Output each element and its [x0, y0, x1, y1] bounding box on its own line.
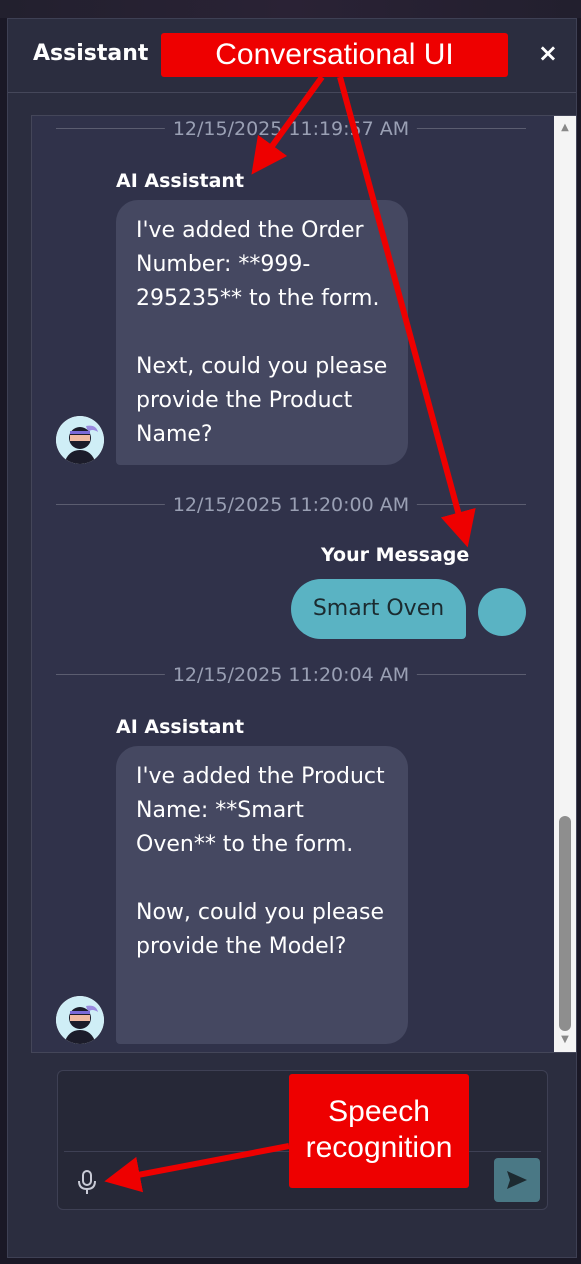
timestamp: 12/15/2025 11:20:04 AM	[164, 664, 418, 686]
sender-label: AI Assistant	[116, 170, 245, 192]
sender-label: AI Assistant	[116, 716, 245, 738]
message-paragraph: I've added the Order Number: **999-29523…	[136, 218, 380, 311]
message-paragraph: I've added the Product Name: **Smart Ove…	[136, 764, 385, 857]
callout-speech-recognition: Speech recognition	[289, 1074, 469, 1188]
timestamp-divider: 12/15/2025 11:20:04 AM	[56, 664, 526, 686]
callout-conversational-ui: Conversational UI	[161, 33, 508, 77]
user-message-bubble: Smart Oven	[291, 579, 466, 639]
send-button[interactable]	[494, 1158, 540, 1202]
user-avatar	[478, 588, 526, 636]
message-paragraph: Now, could you please provide the Model?	[136, 900, 384, 959]
assistant-panel: Assistant × 12/15/2025 11:19:57 AM AI As…	[7, 18, 577, 1258]
scroll-up-icon[interactable]: ▲	[554, 120, 576, 136]
callout-line: recognition	[305, 1131, 453, 1164]
chat-scrollbar[interactable]: ▲ ▼	[554, 116, 576, 1052]
timestamp: 12/15/2025 11:20:00 AM	[164, 494, 418, 516]
timestamp-divider: 12/15/2025 11:19:57 AM	[56, 118, 526, 140]
timestamp-divider: 12/15/2025 11:20:00 AM	[56, 494, 526, 516]
ai-avatar	[56, 416, 104, 464]
scroll-down-icon[interactable]: ▼	[554, 1032, 576, 1048]
chat-log[interactable]: 12/15/2025 11:19:57 AM AI Assistant I've…	[31, 115, 577, 1053]
ai-avatar	[56, 996, 104, 1044]
sender-label: Your Message	[321, 544, 470, 566]
microphone-icon[interactable]	[76, 1169, 98, 1195]
callout-line: Speech	[328, 1095, 430, 1128]
close-icon[interactable]: ×	[538, 41, 558, 65]
send-icon	[507, 1171, 527, 1189]
scrollbar-thumb[interactable]	[559, 816, 571, 1031]
panel-title: Assistant	[33, 41, 149, 66]
message-paragraph: Next, could you please provide the Produ…	[136, 354, 388, 447]
ai-message-bubble: I've added the Product Name: **Smart Ove…	[116, 746, 408, 1044]
ai-message-bubble: I've added the Order Number: **999-29523…	[116, 200, 408, 465]
background-top	[0, 0, 581, 18]
timestamp: 12/15/2025 11:19:57 AM	[164, 118, 418, 140]
